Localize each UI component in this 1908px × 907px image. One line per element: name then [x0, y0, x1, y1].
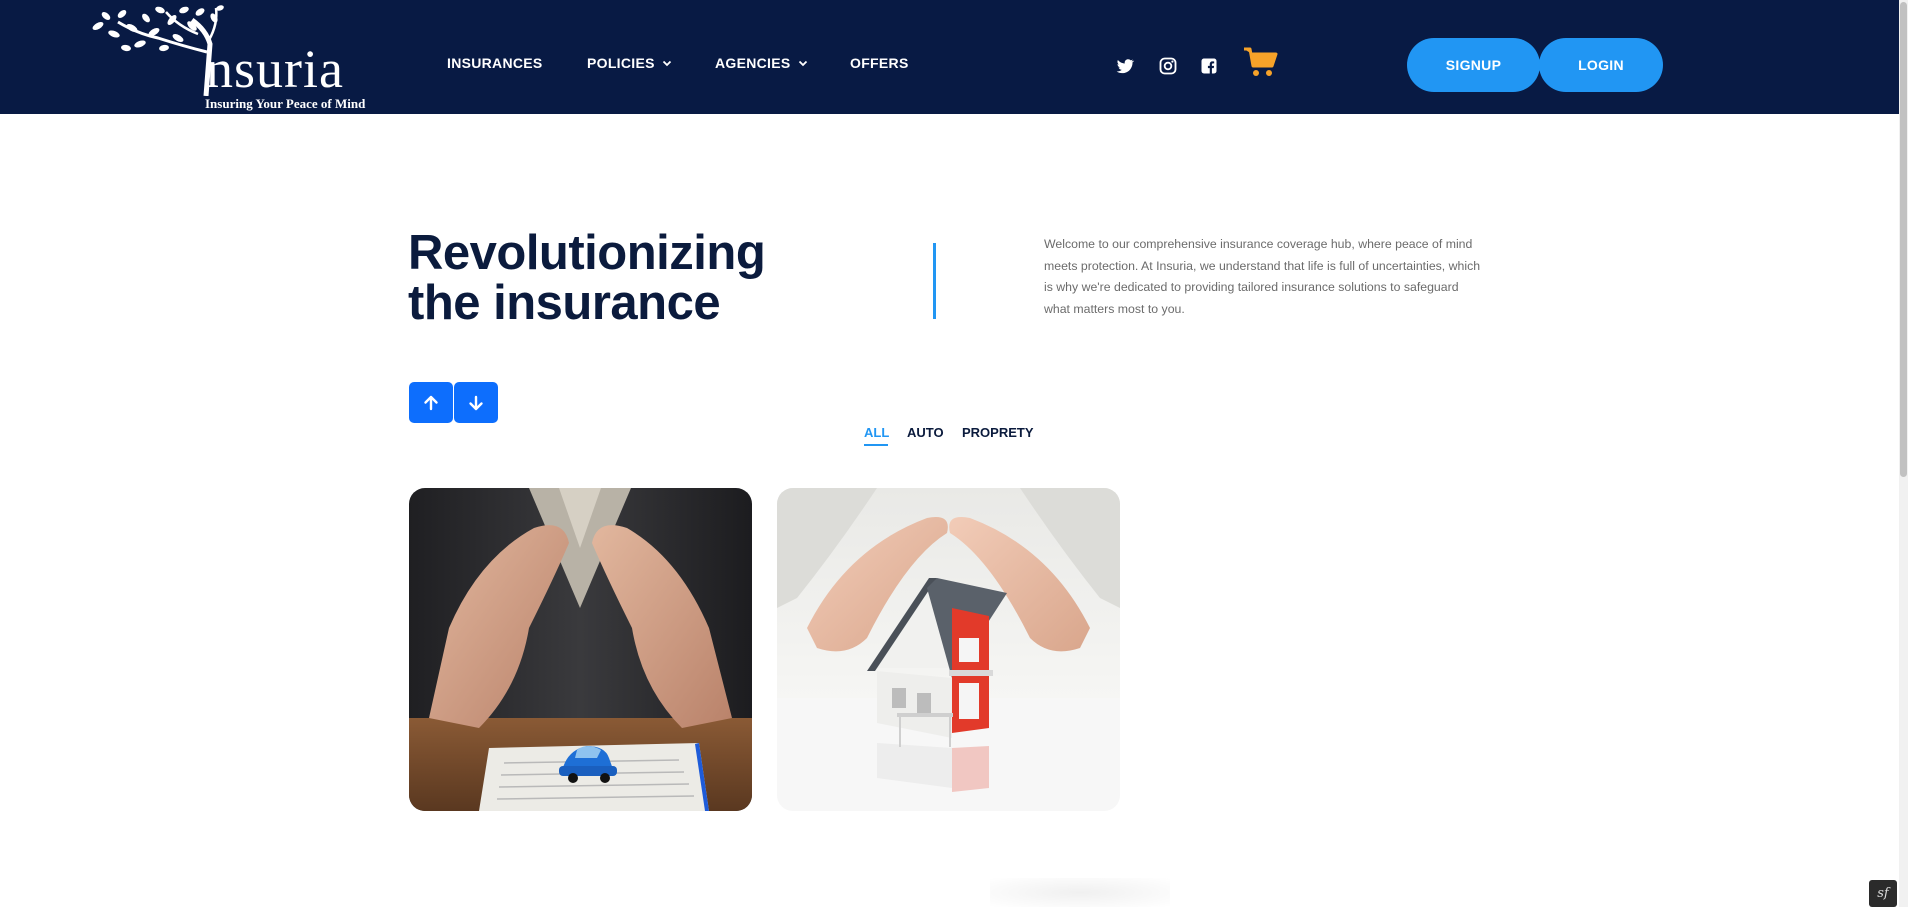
- brand-logo[interactable]: nsuria Insuring Your Peace of Mind: [88, 4, 378, 112]
- slide-up-button[interactable]: [409, 382, 453, 423]
- hero-description: Welcome to our comprehensive insurance c…: [1044, 237, 1481, 316]
- tab-property[interactable]: PROPRETY: [962, 425, 1034, 440]
- nav-item-agencies[interactable]: AGENCIES: [715, 55, 809, 71]
- nav-item-insurances[interactable]: INSURANCES: [447, 55, 543, 71]
- hero-title-line-2: the insurance: [408, 276, 721, 330]
- arrow-up-icon: [424, 395, 438, 410]
- symfony-toolbar-icon[interactable]: sf: [1869, 880, 1897, 907]
- nav-item-label: AGENCIES: [715, 55, 791, 71]
- hero-title-line-1: Revolutionizing: [408, 226, 766, 280]
- slide-down-button[interactable]: [454, 382, 498, 423]
- shopping-cart-icon[interactable]: [1243, 46, 1279, 78]
- nav-item-label: OFFERS: [850, 55, 909, 71]
- bottom-shadow: [990, 878, 1170, 907]
- hero-divider: [933, 243, 936, 319]
- nav-item-label: POLICIES: [587, 55, 655, 71]
- brand-name: nsuria: [206, 39, 344, 99]
- brand-tagline: Insuring Your Peace of Mind: [205, 96, 366, 111]
- facebook-icon[interactable]: [1199, 56, 1219, 76]
- chevron-down-icon: [662, 60, 671, 67]
- site-header: nsuria Insuring Your Peace of Mind INSUR…: [0, 0, 1899, 114]
- auto-insurance-card[interactable]: [409, 488, 752, 811]
- scrollbar-thumb[interactable]: [1900, 2, 1907, 477]
- property-insurance-card[interactable]: [777, 488, 1120, 811]
- tab-auto[interactable]: AUTO: [907, 425, 944, 440]
- login-button[interactable]: LOGIN: [1539, 38, 1663, 92]
- nav-item-policies[interactable]: POLICIES: [587, 55, 673, 71]
- tab-all[interactable]: ALL: [864, 425, 889, 440]
- active-tab-indicator: [864, 444, 888, 446]
- nav-item-label: INSURANCES: [447, 55, 543, 71]
- signup-button[interactable]: SIGNUP: [1407, 38, 1540, 92]
- nav-item-offers[interactable]: OFFERS: [850, 55, 909, 71]
- hero-title: Revolutionizing the insurance: [408, 226, 766, 330]
- chevron-down-icon: [798, 60, 807, 67]
- car-insurance-image: [409, 488, 752, 811]
- instagram-icon[interactable]: [1158, 56, 1178, 76]
- twitter-icon[interactable]: [1115, 56, 1135, 76]
- page-scrollbar[interactable]: [1899, 0, 1908, 907]
- arrow-down-icon: [469, 395, 483, 410]
- house-insurance-image: [777, 488, 1120, 811]
